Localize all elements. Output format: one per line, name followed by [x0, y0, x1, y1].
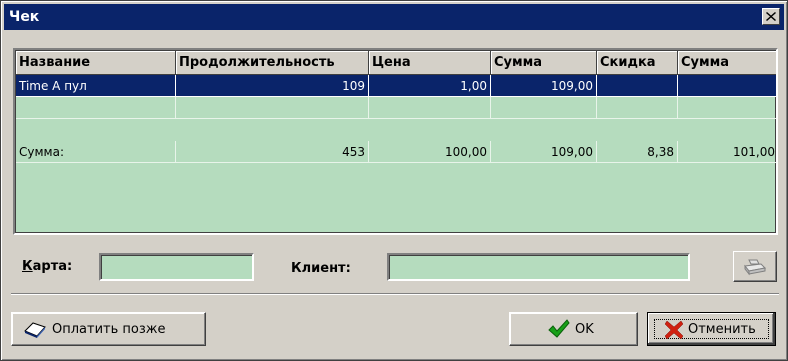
cell-total — [678, 75, 776, 97]
table-row[interactable] — [16, 97, 776, 119]
pay-later-button[interactable]: Оплатить позже — [11, 312, 206, 346]
client-field[interactable] — [387, 253, 690, 281]
cell-price — [369, 97, 491, 119]
table-row[interactable]: Time A пул 109 1,00 109,00 — [16, 75, 776, 97]
close-button[interactable] — [762, 8, 780, 25]
cell-discount — [597, 75, 678, 97]
cell-sum: 109,00 — [491, 75, 597, 97]
column-header-sum[interactable]: Сумма — [491, 51, 597, 75]
cancel-label: Отменить — [688, 322, 756, 337]
cell-duration — [176, 97, 369, 119]
close-icon — [766, 12, 776, 21]
title-bar[interactable]: Чек — [4, 4, 784, 30]
totals-row[interactable]: Сумма: 453 100,00 109,00 8,38 101,00 — [16, 141, 776, 163]
cell-name: Сумма: — [16, 141, 176, 163]
green-checkmark-icon — [548, 319, 570, 338]
cell-total — [678, 97, 776, 119]
red-x-icon — [665, 321, 683, 339]
ok-button[interactable]: OK — [509, 312, 638, 346]
card-field[interactable] — [99, 253, 254, 281]
separator — [11, 293, 779, 295]
printer-icon — [744, 259, 767, 276]
cell-price: 1,00 — [369, 75, 491, 97]
print-button[interactable] — [733, 251, 777, 282]
window-title: Чек — [9, 9, 40, 25]
cell-sum — [491, 97, 597, 119]
cell-discount — [597, 97, 678, 119]
cell-total: 101,00 — [678, 141, 776, 163]
column-header-price[interactable]: Цена — [369, 51, 491, 75]
cell-duration: 109 — [176, 75, 369, 97]
cell-name: Time A пул — [16, 75, 176, 97]
pay-later-label: Оплатить позже — [52, 322, 166, 337]
cell-name — [16, 97, 176, 119]
column-header-total[interactable]: Сумма — [678, 51, 776, 75]
receipt-grid[interactable]: Название Продолжительность Цена Сумма Ск… — [13, 48, 778, 235]
cell-discount: 8,38 — [597, 141, 678, 163]
cell-duration: 453 — [176, 141, 369, 163]
cell-price: 100,00 — [369, 141, 491, 163]
ok-label: OK — [575, 322, 594, 337]
cancel-button[interactable]: Отменить — [647, 312, 776, 346]
eraser-icon — [24, 322, 46, 338]
column-header-name[interactable]: Название — [16, 51, 176, 75]
receipt-dialog: Чек Название Продолжительность Цена Сумм… — [0, 0, 788, 361]
cell-sum: 109,00 — [491, 141, 597, 163]
card-label: Карта: — [22, 259, 73, 274]
column-header-discount[interactable]: Скидка — [597, 51, 678, 75]
column-header-duration[interactable]: Продолжительность — [176, 51, 369, 75]
client-label: Клиент: — [291, 261, 351, 276]
